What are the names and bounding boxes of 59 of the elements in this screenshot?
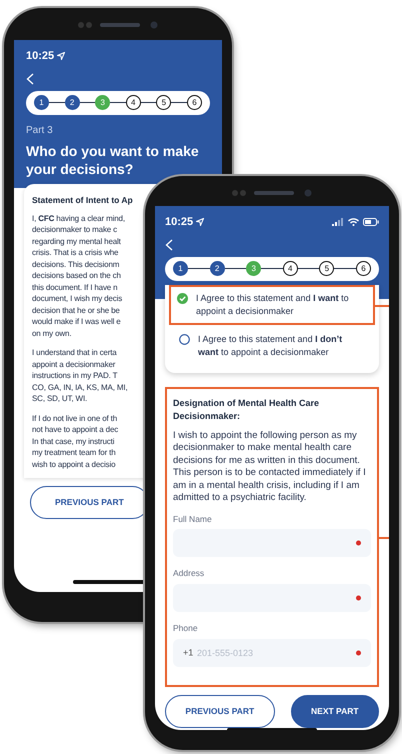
statement-text-line: I, CFC having a clear mind, bbox=[32, 212, 125, 224]
step-number: 3 bbox=[246, 261, 262, 276]
statement-text-line: wish to appoint a decisio bbox=[32, 458, 116, 470]
statement-text-line: would make if I was well e bbox=[32, 316, 121, 328]
statement-text-line: SC, SD, UT, WI. bbox=[32, 393, 88, 405]
statement-text-line: this document. If I have n bbox=[32, 282, 118, 294]
step-number: 3 bbox=[95, 95, 110, 110]
part-label: Part 3 bbox=[26, 124, 54, 138]
next-button[interactable]: NEXT PART bbox=[290, 694, 379, 728]
status-time: 10:25 bbox=[26, 49, 54, 64]
status-time: 10:25 bbox=[165, 215, 194, 230]
statement-text-line: decision that he or she be bbox=[32, 304, 120, 316]
statement-text-line: decisions. This decisionm bbox=[32, 258, 120, 270]
field-label: Address bbox=[173, 567, 206, 580]
statement-text-line: decisionmaker to make c bbox=[32, 224, 118, 236]
step-number: 5 bbox=[319, 261, 334, 276]
statement-text-line: CO, GA, IN, IA, KS, MA, MI, bbox=[32, 382, 128, 394]
input-field[interactable] bbox=[173, 584, 371, 612]
back-icon bbox=[26, 72, 34, 84]
section-heading: Designation of Mental Health Care Decisionmaker: bbox=[173, 396, 320, 423]
statement-text-line: instructions in my PAD. T bbox=[32, 370, 118, 382]
statement-heading: Statement of Intent to Ap bbox=[32, 194, 134, 207]
step-number: 2 bbox=[64, 95, 80, 110]
statement-text-line: my treatment team for th bbox=[32, 447, 116, 459]
location-arrow-icon bbox=[57, 52, 66, 60]
page-title: Who do you want to make your decisions? bbox=[26, 142, 200, 178]
step-number: 2 bbox=[210, 261, 225, 276]
statement-text-line: In that case, my instructi bbox=[32, 436, 114, 448]
camera-notch-icon bbox=[76, 20, 160, 30]
step-number: 1 bbox=[173, 261, 188, 276]
step-number: 1 bbox=[34, 95, 49, 110]
statement-text-line: on my own. bbox=[32, 328, 72, 340]
statement-text-line: not have to appoint a dec bbox=[32, 424, 118, 436]
input-field[interactable] bbox=[173, 529, 371, 558]
statement-text-line: regarding my mental healt bbox=[32, 236, 121, 248]
section-text: I wish to appoint the following person as my decisionmaker to make mental health care decisions for me as written in this document. This person is to be contacted immediately if I am in a mental health crisis, including if I am admitted to a psychiatric facility. bbox=[173, 430, 367, 504]
statement-text-line: document, I wish my decis bbox=[32, 293, 122, 305]
previous-button[interactable]: PREVIOUS PART bbox=[165, 694, 275, 728]
battery-icon bbox=[363, 218, 379, 226]
camera-notch-icon bbox=[230, 188, 314, 198]
wifi-icon bbox=[348, 218, 359, 226]
back-icon bbox=[165, 238, 173, 250]
signal-icon bbox=[332, 218, 344, 226]
location-arrow-icon bbox=[196, 218, 204, 226]
agreement-option[interactable]: I Agree to this statement and I don’t want to appoint a decisionmaker bbox=[169, 324, 375, 366]
statement-text-line: decisions based on the ch bbox=[32, 270, 121, 282]
agreement-option[interactable]: I Agree to this statement and I want to appoint a decisionmaker bbox=[171, 286, 373, 322]
step-number: 4 bbox=[126, 95, 141, 110]
step-number: 6 bbox=[356, 261, 371, 276]
phone-prefix: +1 bbox=[183, 646, 194, 659]
statement-text-line: crisis. That is a crisis whe bbox=[32, 247, 118, 259]
field-label: Full Name bbox=[173, 512, 213, 526]
statement-text-line: I understand that in certa bbox=[32, 347, 117, 359]
statement-text-line: If I do not live in one of th bbox=[32, 412, 118, 424]
statement-text-line: appoint a decisionmaker bbox=[32, 358, 116, 370]
step-number: 5 bbox=[156, 95, 172, 110]
step-number: 4 bbox=[282, 261, 298, 276]
step-number: 6 bbox=[186, 95, 202, 110]
field-label: Phone bbox=[173, 622, 199, 635]
